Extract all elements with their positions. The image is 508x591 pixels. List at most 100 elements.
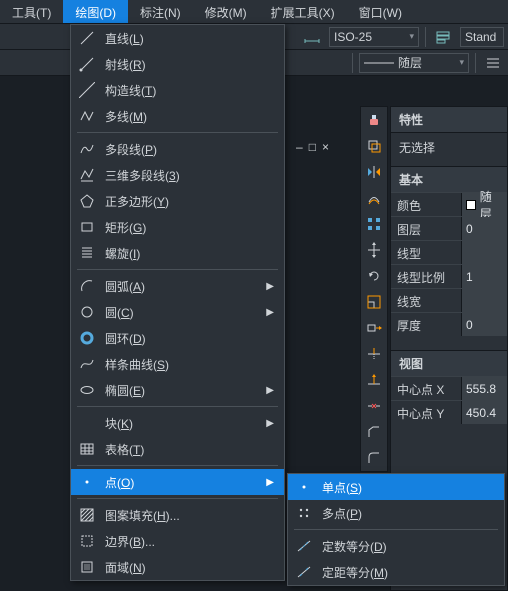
props-row[interactable]: 厚度0 bbox=[391, 312, 507, 336]
point-icon bbox=[77, 472, 97, 492]
submenu-arrow-icon: ▶ bbox=[266, 281, 274, 292]
props-row[interactable]: 中心点 Y450.4 bbox=[391, 400, 507, 424]
menu-item-hatch[interactable]: 图案填充(H)... bbox=[71, 502, 284, 528]
erase-tool[interactable] bbox=[361, 107, 387, 133]
menu-item-3dpoly[interactable]: 三维多段线(3) bbox=[71, 162, 284, 188]
mirror-tool[interactable] bbox=[361, 159, 387, 185]
props-row[interactable]: 线型 bbox=[391, 240, 507, 264]
props-row[interactable]: 线型比例1 bbox=[391, 264, 507, 288]
props-row[interactable]: 图层0 bbox=[391, 216, 507, 240]
minimize-icon[interactable]: – bbox=[296, 140, 303, 154]
props-value[interactable]: 0 bbox=[461, 217, 507, 240]
menu-item-region[interactable]: 面域(N) bbox=[71, 554, 284, 580]
linetype-combo[interactable]: 随层 ▾ bbox=[359, 53, 469, 73]
menu-item-ptm[interactable]: 多点(P) bbox=[288, 500, 504, 526]
submenu-arrow-icon: ▶ bbox=[266, 418, 274, 429]
menu-item-label: 圆环(D) bbox=[105, 330, 274, 347]
break-tool[interactable] bbox=[361, 393, 387, 419]
menu-item-line[interactable]: 直线(L) bbox=[71, 25, 284, 51]
dimension-icon[interactable] bbox=[301, 26, 323, 48]
props-value[interactable]: 0 bbox=[461, 313, 507, 336]
scale-tool[interactable] bbox=[361, 289, 387, 315]
menu-item-xline[interactable]: 构造线(T) bbox=[71, 77, 284, 103]
linetype-manager-icon[interactable] bbox=[482, 52, 504, 74]
point-submenu-dropdown: 单点(S) 多点(P) 定数等分(D) 定距等分(M) bbox=[287, 473, 505, 586]
menu-item-circle[interactable]: 圆(C)▶ bbox=[71, 299, 284, 325]
textstyle-icon[interactable] bbox=[432, 26, 454, 48]
maximize-icon[interactable]: □ bbox=[309, 140, 316, 154]
menu-item-pt1[interactable]: 单点(S) bbox=[288, 474, 504, 500]
ray-icon bbox=[77, 54, 97, 74]
menu-item-arc[interactable]: 圆弧(A)▶ bbox=[71, 273, 284, 299]
props-key: 颜色 bbox=[391, 193, 461, 216]
submenu-arrow-icon: ▶ bbox=[266, 385, 274, 396]
textstyle-combo[interactable]: Stand bbox=[460, 27, 504, 47]
menu-item-measure[interactable]: 定距等分(M) bbox=[288, 559, 504, 585]
menubar-item[interactable]: 绘图(D) bbox=[63, 0, 128, 23]
menubar-item[interactable]: 工具(T) bbox=[0, 0, 63, 23]
fillet-tool[interactable] bbox=[361, 445, 387, 471]
menu-item-label: 多点(P) bbox=[322, 505, 494, 522]
props-value[interactable]: 555.8 bbox=[461, 377, 507, 400]
close-icon[interactable]: × bbox=[322, 140, 329, 154]
menubar-item[interactable]: 修改(M) bbox=[193, 0, 259, 23]
menu-item-ellipse[interactable]: 椭圆(E) ▶ bbox=[71, 377, 284, 403]
menu-item-pline[interactable]: 多段线(P) bbox=[71, 136, 284, 162]
menu-item-label: 面域(N) bbox=[105, 559, 274, 576]
menu-item-label: 边界(B)... bbox=[105, 533, 274, 550]
pline-icon bbox=[77, 139, 97, 159]
menu-item-rect[interactable]: 矩形(G) bbox=[71, 214, 284, 240]
props-row[interactable]: 中心点 X555.8 bbox=[391, 376, 507, 400]
stretch-tool[interactable] bbox=[361, 315, 387, 341]
menu-item-table[interactable]: 表格(T) bbox=[71, 436, 284, 462]
menu-item-label: 定数等分(D) bbox=[322, 538, 494, 555]
menu-item-point[interactable]: 点(O)▶ bbox=[71, 469, 284, 495]
menu-separator bbox=[77, 465, 278, 466]
extend-tool[interactable] bbox=[361, 367, 387, 393]
rotate-tool[interactable] bbox=[361, 263, 387, 289]
donut-icon bbox=[77, 328, 97, 348]
menubar-item[interactable]: 扩展工具(X) bbox=[259, 0, 347, 23]
props-value[interactable] bbox=[461, 289, 507, 312]
props-row[interactable]: 颜色随层 bbox=[391, 192, 507, 216]
menu-item-polygon[interactable]: 正多边形(Y) bbox=[71, 188, 284, 214]
measure-icon bbox=[294, 562, 314, 582]
props-key: 线型比例 bbox=[391, 265, 461, 288]
props-value[interactable]: 1 bbox=[461, 265, 507, 288]
menu-item-ray[interactable]: 射线(R) bbox=[71, 51, 284, 77]
move-tool[interactable] bbox=[361, 237, 387, 263]
copy-tool[interactable] bbox=[361, 133, 387, 159]
menu-item-boundary[interactable]: 边界(B)... bbox=[71, 528, 284, 554]
3dpoly-icon bbox=[77, 165, 97, 185]
menu-item-spline[interactable]: 样条曲线(S) bbox=[71, 351, 284, 377]
menu-item-donut[interactable]: 圆环(D) bbox=[71, 325, 284, 351]
properties-title: 特性 bbox=[391, 107, 507, 133]
region-icon bbox=[77, 557, 97, 577]
props-value[interactable]: 450.4 bbox=[461, 401, 507, 424]
menu-separator bbox=[77, 269, 278, 270]
menubar-item[interactable]: 标注(N) bbox=[128, 0, 193, 23]
menu-item-mline[interactable]: 多线(M) bbox=[71, 103, 284, 129]
menu-item-divide[interactable]: 定数等分(D) bbox=[288, 533, 504, 559]
modify-toolbar bbox=[360, 106, 388, 472]
properties-selection[interactable]: 无选择 bbox=[391, 133, 507, 166]
menu-separator bbox=[77, 132, 278, 133]
menu-item-label: 正多边形(Y) bbox=[105, 193, 274, 210]
props-row[interactable]: 线宽 bbox=[391, 288, 507, 312]
offset-tool[interactable] bbox=[361, 185, 387, 211]
menu-item-helix[interactable]: 螺旋(I) bbox=[71, 240, 284, 266]
props-key: 中心点 Y bbox=[391, 401, 461, 424]
chamfer-tool[interactable] bbox=[361, 419, 387, 445]
trim-tool[interactable] bbox=[361, 341, 387, 367]
document-window-controls: – □ × bbox=[296, 140, 329, 154]
props-value[interactable] bbox=[461, 241, 507, 264]
menu-item-label: 椭圆(E) bbox=[105, 382, 260, 399]
menu-item-block[interactable]: 块(K) ▶ bbox=[71, 410, 284, 436]
props-value[interactable]: 随层 bbox=[461, 193, 507, 216]
menu-item-label: 块(K) bbox=[105, 415, 260, 432]
circle-icon bbox=[77, 302, 97, 322]
array-tool[interactable] bbox=[361, 211, 387, 237]
menu-item-label: 图案填充(H)... bbox=[105, 507, 274, 524]
dimstyle-combo[interactable]: ISO-25 ▾ bbox=[329, 27, 419, 47]
menubar-item[interactable]: 窗口(W) bbox=[347, 0, 414, 23]
